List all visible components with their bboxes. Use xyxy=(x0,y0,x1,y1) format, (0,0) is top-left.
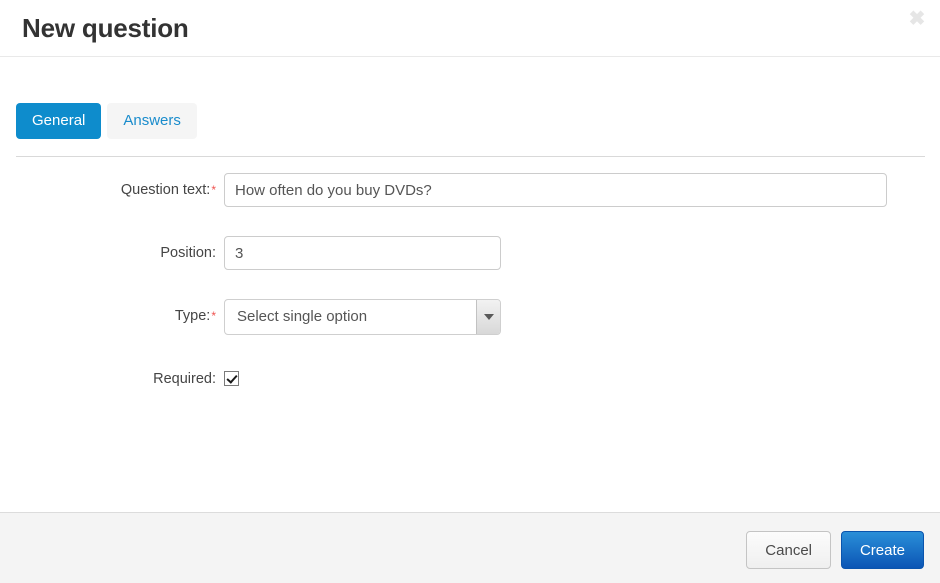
required-asterisk: * xyxy=(211,309,216,323)
chevron-down-icon[interactable] xyxy=(476,300,500,334)
tab-bar: General Answers xyxy=(16,103,197,139)
question-text-label: Question text:* xyxy=(0,173,224,207)
form-row-type: Type:* Select single option xyxy=(0,299,940,362)
type-label-text: Type: xyxy=(174,308,211,324)
type-select[interactable]: Select single option xyxy=(224,299,501,335)
form-row-question-text: Question text:* xyxy=(0,173,940,236)
cancel-button[interactable]: Cancel xyxy=(746,531,831,569)
required-asterisk: * xyxy=(211,183,216,197)
tab-general[interactable]: General xyxy=(16,103,102,139)
position-field-wrap xyxy=(224,236,940,270)
page-title: New question xyxy=(22,13,189,43)
required-label-text: Required: xyxy=(153,371,216,387)
type-label: Type:* xyxy=(0,299,224,333)
required-field-wrap xyxy=(224,362,940,389)
close-icon[interactable]: ✖ xyxy=(904,6,930,32)
position-input[interactable] xyxy=(224,236,501,270)
type-select-value: Select single option xyxy=(237,308,368,325)
required-checkbox[interactable] xyxy=(224,371,239,386)
tab-divider xyxy=(16,156,925,157)
form-row-position: Position: xyxy=(0,236,940,299)
position-label: Position: xyxy=(0,236,224,270)
dialog-header: New question ✖ xyxy=(0,0,940,57)
position-label-text: Position: xyxy=(160,245,216,261)
required-label: Required: xyxy=(0,362,224,396)
question-text-label-text: Question text: xyxy=(120,182,211,198)
form-row-required: Required: xyxy=(0,362,940,425)
type-field-wrap: Select single option xyxy=(224,299,940,335)
tab-answers[interactable]: Answers xyxy=(107,103,197,139)
question-form: Question text:* Position: Type:* xyxy=(0,173,940,425)
dialog-body: General Answers Question text:* Position… xyxy=(0,57,940,512)
question-text-input[interactable] xyxy=(224,173,887,207)
new-question-dialog: New question ✖ General Answers Question … xyxy=(0,0,940,583)
question-text-field-wrap xyxy=(224,173,940,207)
create-button[interactable]: Create xyxy=(840,531,924,569)
dialog-footer: Cancel Create xyxy=(0,512,940,583)
